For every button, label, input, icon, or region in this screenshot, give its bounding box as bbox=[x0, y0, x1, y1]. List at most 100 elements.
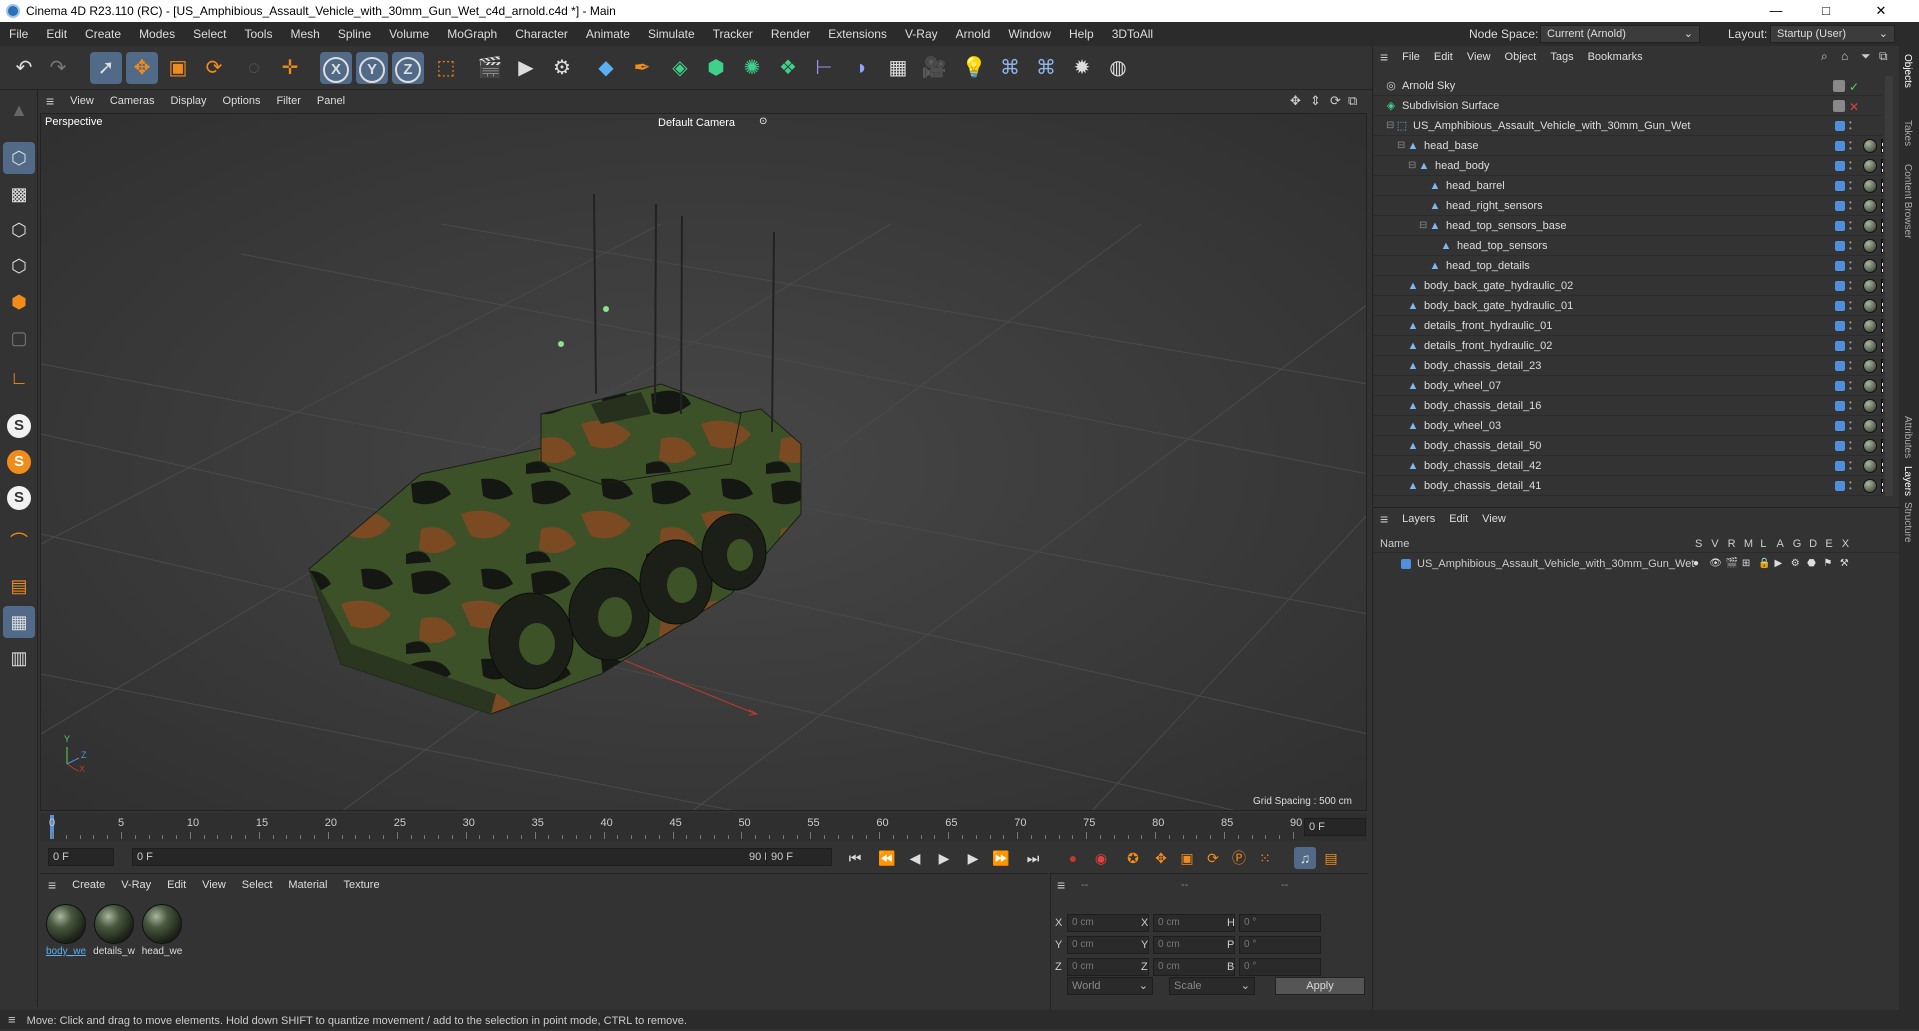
axis-mode-icon[interactable]: ∟ bbox=[3, 362, 35, 394]
material-swatch[interactable]: details_w bbox=[92, 904, 136, 957]
cloner-icon[interactable]: ✺ bbox=[736, 52, 768, 84]
material-menu-material[interactable]: Material bbox=[280, 874, 335, 896]
visibility-dots-icon[interactable]: • • bbox=[1849, 299, 1853, 313]
next-key-icon[interactable]: ⏩ bbox=[990, 847, 1012, 869]
scale-tool-icon[interactable]: ▣ bbox=[162, 52, 194, 84]
key-rotation-icon[interactable]: ⟳ bbox=[1202, 847, 1224, 869]
timeline-view-icon[interactable]: ♫ bbox=[1294, 847, 1316, 869]
material-tag-icon[interactable] bbox=[1863, 299, 1877, 313]
layer-col-e[interactable]: E bbox=[1825, 538, 1832, 550]
camera-icon[interactable]: 🎥 bbox=[918, 52, 950, 84]
layer-color-icon[interactable] bbox=[1835, 281, 1845, 291]
object-menu-view[interactable]: View bbox=[1460, 46, 1498, 68]
new-window-icon[interactable]: ⧉ bbox=[1879, 49, 1888, 64]
object-tree-row[interactable]: ▲ head_barrel • • bbox=[1373, 176, 1883, 196]
hamburger-icon[interactable]: ≡ bbox=[1373, 511, 1395, 527]
move-tool-icon[interactable]: ✥ bbox=[126, 52, 158, 84]
layer-color-icon[interactable] bbox=[1835, 301, 1845, 311]
visibility-dots-icon[interactable]: • • bbox=[1849, 419, 1853, 433]
polygons-mode-icon[interactable]: ⬢ bbox=[3, 286, 35, 318]
current-frame-field[interactable]: 0 F bbox=[1304, 818, 1366, 836]
layer-col-d[interactable]: D bbox=[1809, 538, 1817, 550]
end-frame-field[interactable]: 90 F bbox=[766, 848, 832, 866]
menu-mograph[interactable]: MoGraph bbox=[438, 22, 506, 46]
hamburger-icon[interactable]: ≡ bbox=[0, 1012, 24, 1027]
points-mode-icon[interactable]: ⬡ bbox=[3, 214, 35, 246]
menu-simulate[interactable]: Simulate bbox=[639, 22, 704, 46]
make-editable-icon[interactable]: ▲ bbox=[3, 94, 35, 126]
key-position-icon[interactable]: ✥ bbox=[1150, 847, 1172, 869]
texture-tag-icon[interactable] bbox=[1881, 239, 1883, 253]
coord-value-field[interactable]: 0 cm bbox=[1067, 958, 1149, 976]
menu-select[interactable]: Select bbox=[184, 22, 235, 46]
texture-tag-icon[interactable] bbox=[1881, 339, 1883, 353]
layer-col-a[interactable]: A bbox=[1777, 538, 1784, 550]
object-tree-row[interactable]: ▲ head_right_sensors • • bbox=[1373, 196, 1883, 216]
manager-icon[interactable]: ⊞ bbox=[1742, 554, 1750, 574]
enabled-check-icon[interactable]: ✓ bbox=[1849, 77, 1859, 97]
material-tag-icon[interactable] bbox=[1863, 179, 1877, 193]
viewport-menu-view[interactable]: View bbox=[62, 90, 102, 112]
axis-x-toggle[interactable]: X bbox=[320, 52, 352, 84]
material-menu-edit[interactable]: Edit bbox=[159, 874, 194, 896]
visibility-dots-icon[interactable]: • • bbox=[1849, 159, 1853, 173]
frame-range-slider[interactable]: 0 F 90 F bbox=[132, 848, 778, 866]
viewport-menu-options[interactable]: Options bbox=[215, 90, 269, 112]
coord-value-field[interactable]: 0 cm bbox=[1067, 914, 1149, 932]
object-tree-row[interactable]: ▲ body_chassis_detail_50 • • bbox=[1373, 436, 1883, 456]
film-icon[interactable]: ▤ bbox=[1320, 847, 1342, 869]
hamburger-icon[interactable]: ≡ bbox=[40, 877, 64, 893]
visibility-dots-icon[interactable]: • • bbox=[1849, 119, 1853, 133]
cube-icon[interactable]: ◆ bbox=[590, 52, 622, 84]
visible-eye-icon[interactable]: 👁 bbox=[1709, 554, 1722, 574]
axis-z-toggle[interactable]: Z bbox=[392, 52, 424, 84]
object-tree-row[interactable]: ▲ head_top_sensors • • bbox=[1373, 236, 1883, 256]
object-tree-row[interactable]: ▲ body_chassis_detail_16 • • bbox=[1373, 396, 1883, 416]
edges-mode-icon[interactable]: ⬡ bbox=[3, 250, 35, 282]
tree-expand-icon[interactable]: ⊟ bbox=[1386, 116, 1394, 136]
object-menu-edit[interactable]: Edit bbox=[1427, 46, 1460, 68]
material-tag-icon[interactable] bbox=[1863, 159, 1877, 173]
texture-tag-icon[interactable] bbox=[1881, 279, 1883, 293]
layer-color-icon[interactable] bbox=[1835, 121, 1845, 131]
object-tree-row[interactable]: ▲ body_chassis_detail_42 • • bbox=[1373, 456, 1883, 476]
field-icon[interactable]: ◗ bbox=[846, 52, 878, 84]
visibility-dots-icon[interactable]: • • bbox=[1849, 399, 1853, 413]
material-tag-icon[interactable] bbox=[1863, 279, 1877, 293]
zoom-view-icon[interactable]: ⇕ bbox=[1310, 93, 1321, 109]
deformers-icon[interactable]: ⬣ bbox=[1807, 554, 1816, 574]
previous-key-icon[interactable]: ⏪ bbox=[876, 847, 898, 869]
visibility-dots-icon[interactable]: • • bbox=[1849, 199, 1853, 213]
menu-edit[interactable]: Edit bbox=[37, 22, 76, 46]
pen-spline-icon[interactable]: ✒ bbox=[626, 52, 658, 84]
material-tag-icon[interactable] bbox=[1863, 479, 1877, 493]
layer-color-icon[interactable] bbox=[1835, 201, 1845, 211]
layer-chip-icon[interactable] bbox=[1833, 100, 1845, 112]
xref-icon[interactable]: ⚒ bbox=[1840, 554, 1849, 574]
layer-col-s[interactable]: S bbox=[1695, 538, 1702, 550]
layer-color-icon[interactable] bbox=[1835, 381, 1845, 391]
floor-icon[interactable]: ▦ bbox=[882, 52, 914, 84]
menu-v-ray[interactable]: V-Ray bbox=[896, 22, 947, 46]
texture-tag-icon[interactable] bbox=[1881, 359, 1883, 373]
material-tag-icon[interactable] bbox=[1863, 219, 1877, 233]
menu-volume[interactable]: Volume bbox=[380, 22, 438, 46]
object-tree-row[interactable]: ◎ Arnold Sky ✓ bbox=[1373, 76, 1883, 96]
texture-tag-icon[interactable] bbox=[1881, 139, 1883, 153]
transform-tool-icon[interactable]: ✛ bbox=[274, 52, 306, 84]
key-scale-icon[interactable]: ▣ bbox=[1176, 847, 1198, 869]
material-tag-icon[interactable] bbox=[1863, 259, 1877, 273]
object-tree-row[interactable]: ⊟ ⬚ US_Amphibious_Assault_Vehicle_with_30m… bbox=[1373, 116, 1883, 136]
generators-icon[interactable]: ⚙ bbox=[1791, 554, 1800, 574]
go-to-end-icon[interactable]: ⏭ bbox=[1022, 847, 1044, 869]
rotate-view-icon[interactable]: ⟳ bbox=[1330, 93, 1341, 109]
snap-workplane-icon[interactable]: S bbox=[3, 480, 35, 512]
layer-color-icon[interactable] bbox=[1835, 221, 1845, 231]
layer-col-m[interactable]: M bbox=[1744, 538, 1753, 550]
coord-value-field[interactable]: 0 cm bbox=[1153, 914, 1235, 932]
viewport-menu-panel[interactable]: Panel bbox=[309, 90, 353, 112]
record-icon[interactable]: ● bbox=[1062, 847, 1084, 869]
object-tree-row[interactable]: ▲ body_chassis_detail_41 • • bbox=[1373, 476, 1883, 496]
grid-icon[interactable]: ▦ bbox=[3, 606, 35, 638]
snap-icon[interactable]: S bbox=[3, 408, 35, 440]
